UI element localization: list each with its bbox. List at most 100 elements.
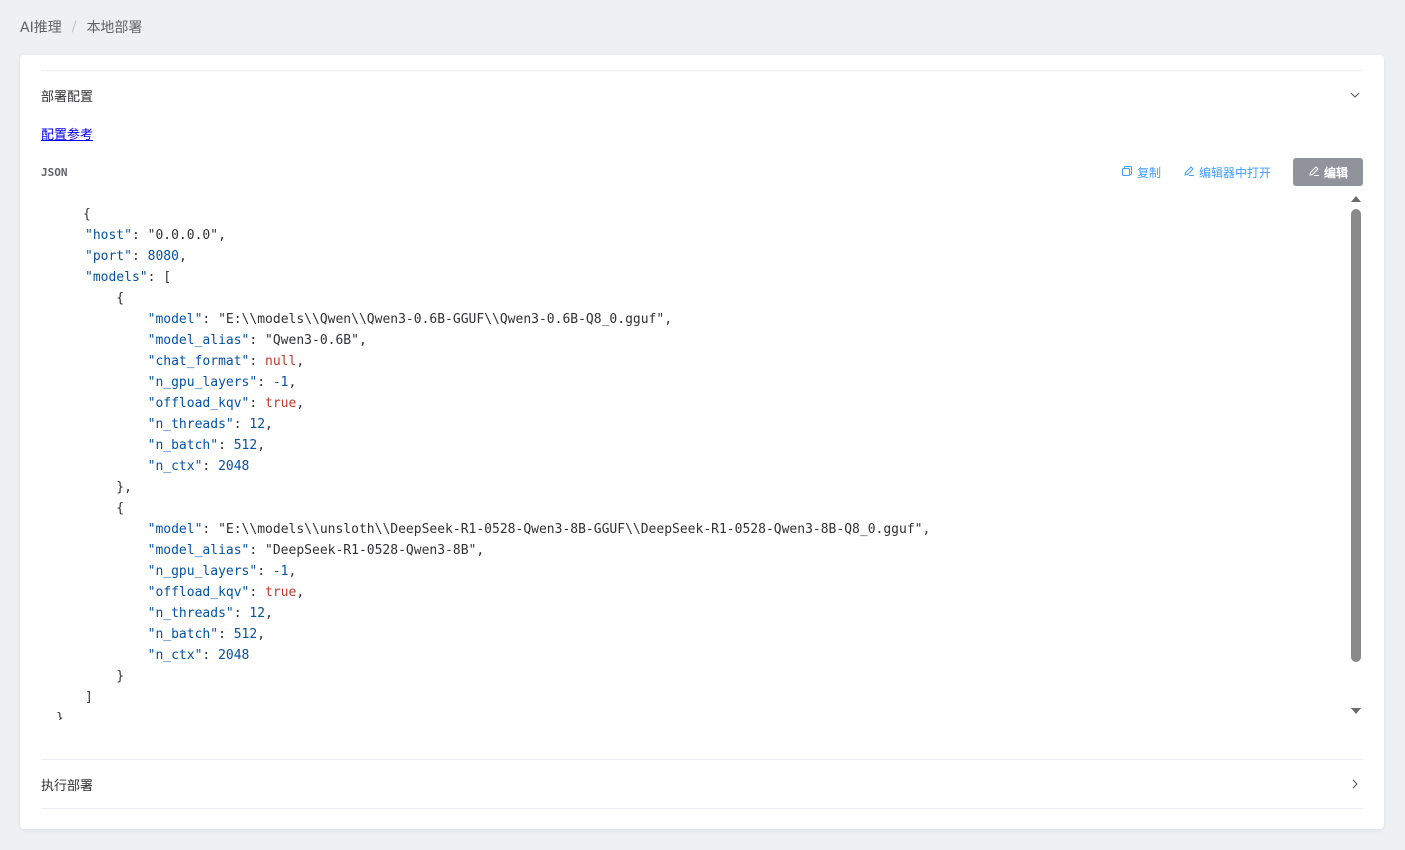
- code-line: }: [41, 708, 930, 720]
- execute-deploy-header[interactable]: 执行部署: [41, 760, 1363, 808]
- code-token: :: [257, 375, 273, 390]
- chevron-right-icon[interactable]: [1347, 776, 1363, 792]
- code-token: "model": [147, 522, 203, 537]
- code-line: {: [41, 288, 930, 309]
- code-line: "model": "E:\\models\\unsloth\\DeepSeek-…: [41, 519, 931, 540]
- code-token: -1: [272, 375, 289, 390]
- code-token: 12: [249, 417, 266, 432]
- code-token: : [: [147, 270, 172, 285]
- code-line: "model_alias": "Qwen3-0.6B",: [41, 330, 930, 351]
- code-token: {: [83, 207, 91, 222]
- code-line: "port": 8080,: [41, 246, 930, 267]
- edit-button[interactable]: 编辑: [1292, 158, 1363, 186]
- code-token: ,: [296, 585, 305, 600]
- deploy-card: 部署配置 配置参考 JSON 复制 编辑器中打开 编辑 { "host": "0.…: [20, 55, 1384, 829]
- open-in-editor-button[interactable]: 编辑器中打开: [1183, 164, 1271, 181]
- code-token: }: [56, 711, 64, 720]
- code-token: "n_ctx": [147, 459, 203, 474]
- scrollbar[interactable]: [1349, 193, 1363, 720]
- edit-icon: [1308, 165, 1320, 180]
- chevron-down-icon[interactable]: [1347, 87, 1363, 103]
- code-token: "models": [85, 270, 148, 285]
- deploy-config-title: 部署配置: [41, 89, 94, 105]
- code-token: -1: [272, 564, 289, 579]
- code-line: "chat_format": null,: [41, 351, 930, 372]
- code-token: "DeepSeek-R1-0528-Qwen3-8B": [265, 543, 477, 558]
- code-token: ,: [257, 438, 266, 453]
- code-token: }: [85, 669, 125, 684]
- code-token: {: [85, 501, 125, 516]
- code-line: "models": [: [41, 267, 930, 288]
- code-token: "0.0.0.0": [147, 228, 219, 243]
- code-token: "model": [147, 312, 203, 327]
- code-token: "model_alias": [147, 333, 250, 348]
- code-token: "n_ctx": [147, 648, 203, 663]
- code-token: :: [202, 522, 219, 537]
- code-token: ,: [358, 333, 367, 348]
- code-token: "n_batch": [147, 627, 219, 642]
- code-token: "offload_kqv": [147, 396, 250, 411]
- editor-toolbar: 复制 编辑器中打开 编辑: [1121, 158, 1363, 186]
- scroll-up-icon[interactable]: [1351, 196, 1361, 202]
- code-token: "n_gpu_layers": [147, 375, 258, 390]
- execute-deploy-title: 执行部署: [41, 778, 94, 794]
- code-line: }: [41, 666, 930, 687]
- code-line: "n_threads": 12,: [41, 603, 930, 624]
- copy-button[interactable]: 复制: [1121, 164, 1161, 181]
- code-token: :: [249, 333, 266, 348]
- scrollbar-thumb[interactable]: [1351, 209, 1361, 662]
- breadcrumb-separator: /: [71, 19, 77, 35]
- code-token: "E:\\models\\Qwen\\Qwen3-0.6B-GGUF\\Qwen…: [218, 312, 665, 327]
- code-line: "n_threads": 12,: [41, 414, 930, 435]
- code-token: "n_batch": [147, 438, 219, 453]
- config-reference-link[interactable]: 配置参考: [41, 124, 93, 143]
- code-token: "E:\\models\\unsloth\\DeepSeek-R1-0528-Q…: [218, 522, 923, 537]
- divider: [41, 808, 1363, 809]
- code-token: :: [218, 438, 234, 453]
- code-token: true: [265, 585, 297, 600]
- json-editor[interactable]: {"host": "0.0.0.0", "port": 8080, "models"…: [41, 193, 1363, 720]
- code-token: ,: [265, 417, 273, 432]
- edit-icon: [1183, 165, 1195, 180]
- open-in-editor-label: 编辑器中打开: [1198, 165, 1271, 180]
- code-line: "n_batch": 512,: [41, 624, 930, 645]
- code-token: ,: [922, 522, 931, 537]
- edit-label: 编辑: [1323, 165, 1348, 180]
- code-token: ,: [288, 564, 297, 579]
- json-label: JSON: [41, 166, 68, 179]
- copy-icon: [1121, 165, 1133, 180]
- code-token: "host": [85, 228, 132, 243]
- code-token: ,: [296, 396, 305, 411]
- code-line: {: [41, 498, 930, 519]
- code-token: :: [202, 648, 219, 663]
- code-line: "n_batch": 512,: [41, 435, 930, 456]
- breadcrumb: AI推理 / 本地部署: [20, 17, 142, 37]
- code-line: "model_alias": "DeepSeek-R1-0528-Qwen3-8…: [41, 540, 930, 561]
- breadcrumb-current: 本地部署: [86, 20, 143, 36]
- breadcrumb-root[interactable]: AI推理: [20, 17, 62, 37]
- deploy-config-header[interactable]: 部署配置: [41, 71, 1363, 119]
- code-token: :: [233, 417, 250, 432]
- code-token: ,: [218, 228, 226, 243]
- code-line: "host": "0.0.0.0",: [41, 225, 930, 246]
- code-token: {: [85, 291, 125, 306]
- code-token: 8080: [147, 249, 179, 264]
- code-token: ,: [265, 606, 273, 621]
- code-token: :: [233, 606, 250, 621]
- code-token: "n_threads": [147, 606, 234, 621]
- code-token: :: [249, 396, 266, 411]
- scroll-down-icon[interactable]: [1351, 708, 1361, 714]
- code-token: ,: [476, 543, 485, 558]
- code-token: ]: [85, 690, 93, 705]
- code-token: :: [202, 459, 219, 474]
